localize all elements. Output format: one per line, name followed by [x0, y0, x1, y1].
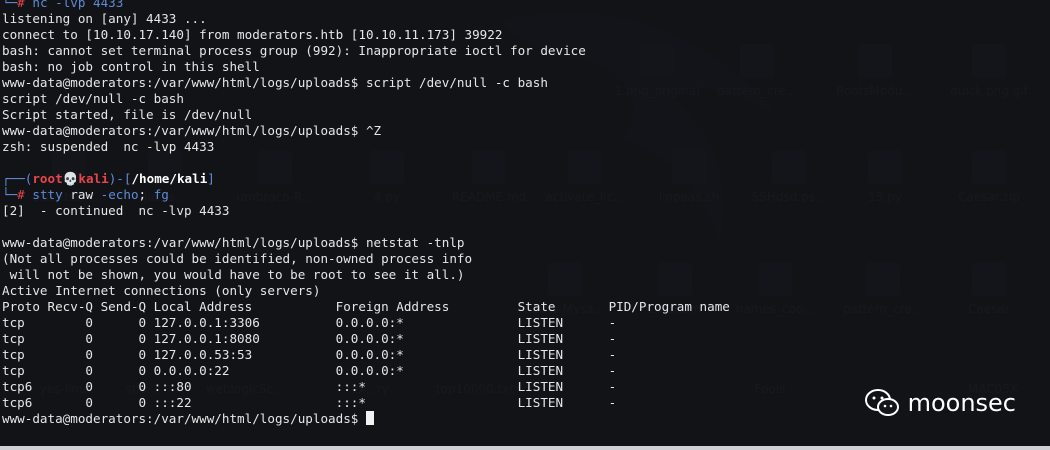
- netstat-row: tcp6 0 0 :::80 :::* LISTEN -: [2, 379, 617, 394]
- terminal-line: script /dev/null -c bash: [2, 91, 184, 106]
- terminal-line: bash: no job control in this shell: [2, 59, 260, 74]
- watermark: moonsec: [864, 388, 1016, 418]
- terminal-line: └─# nc -lvp 4433: [2, 0, 124, 10]
- final-prompt-line[interactable]: www-data@moderators:/var/www/html/logs/u…: [2, 411, 730, 427]
- bottom-edge: [0, 446, 1050, 450]
- terminal-line: Script started, file is /dev/null: [2, 107, 253, 122]
- terminal-line: [2] - continued nc -lvp 4433: [2, 203, 230, 218]
- terminal-line: (Not all processes could be identified, …: [2, 251, 473, 266]
- terminal-line: Active Internet connections (only server…: [2, 283, 321, 298]
- terminal-output: └─# nc -lvp 4433 listening on [any] 4433…: [2, 0, 730, 427]
- netstat-row: tcp 0 0 127.0.0.53:53 0.0.0.0:* LISTEN -: [2, 347, 617, 362]
- netstat-row: tcp 0 0 127.0.0.1:3306 0.0.0.0:* LISTEN …: [2, 315, 617, 330]
- terminal-window[interactable]: └─# nc -lvp 4433 listening on [any] 4433…: [0, 0, 1050, 446]
- zsh-command-line: └─# stty raw -echo; fg: [2, 187, 169, 202]
- netstat-row: tcp 0 0 0.0.0.0:22 0.0.0.0:* LISTEN -: [2, 363, 617, 378]
- wechat-icon: [864, 389, 899, 416]
- netstat-row: tcp6 0 0 :::22 :::* LISTEN -: [2, 395, 617, 410]
- terminal-line: listening on [any] 4433 ...: [2, 11, 207, 26]
- terminal-line: www-data@moderators:/var/www/html/logs/u…: [2, 235, 465, 250]
- terminal-line: www-data@moderators:/var/www/html/logs/u…: [2, 75, 548, 90]
- netstat-header: Proto Recv-Q Send-Q Local Address Foreig…: [2, 299, 730, 314]
- terminal-line: connect to [10.10.17.140] from moderator…: [2, 27, 503, 42]
- netstat-row: tcp 0 0 127.0.0.1:8080 0.0.0.0:* LISTEN …: [2, 331, 617, 346]
- watermark-text: moonsec: [907, 389, 1016, 417]
- terminal-cursor: [365, 411, 374, 425]
- terminal-line: www-data@moderators:/var/www/html/logs/u…: [2, 123, 382, 138]
- terminal-line: bash: cannot set terminal process group …: [2, 43, 586, 58]
- zsh-prompt-line: ┌──(root💀kali)-[/home/kali]: [2, 171, 215, 186]
- terminal-line: zsh: suspended nc -lvp 4433: [2, 139, 215, 154]
- terminal-line: will not be shown, you would have to be …: [2, 267, 465, 282]
